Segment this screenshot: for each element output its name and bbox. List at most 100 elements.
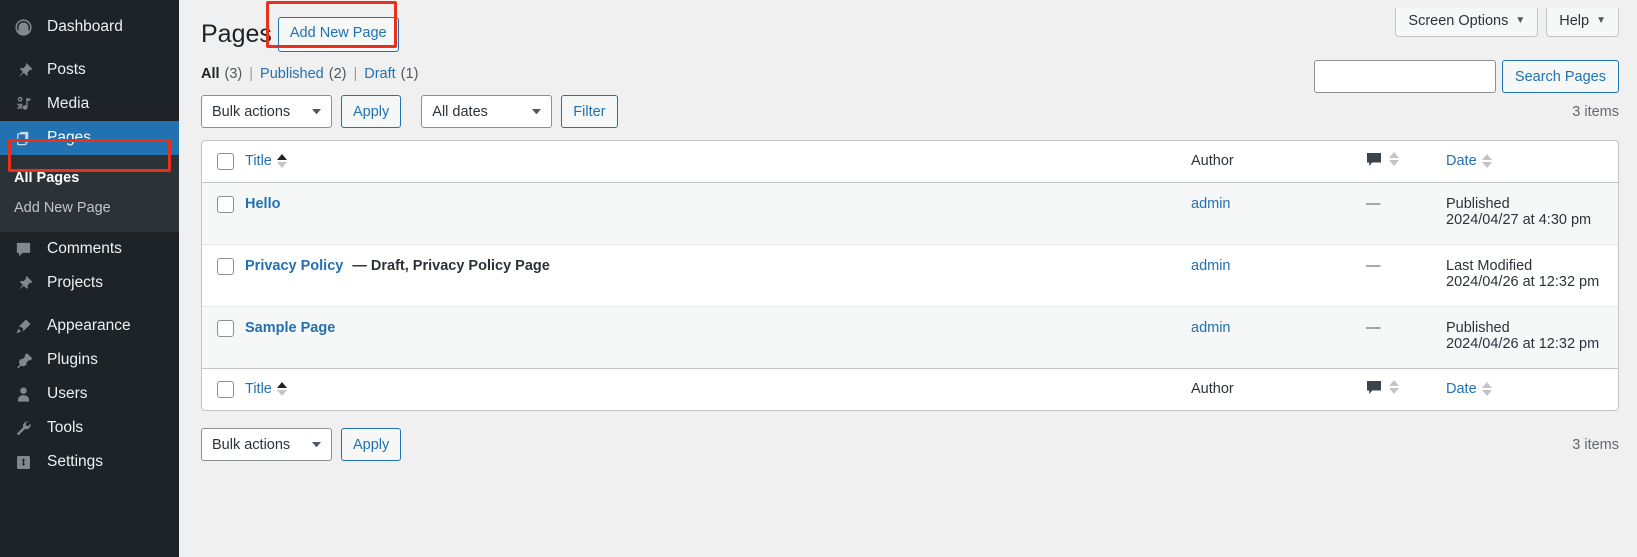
sidebar-item-appearance[interactable]: Appearance <box>0 309 179 343</box>
page-post-state: — Draft, Privacy Policy Page <box>352 257 550 274</box>
status-link-draft[interactable]: Draft <box>364 66 395 82</box>
displaying-num-bottom: 3 items <box>1572 436 1619 453</box>
sidebar-item-label: Pages <box>47 129 91 146</box>
select-all-footer <box>202 367 245 410</box>
sidebar-item-users[interactable]: Users <box>0 377 179 411</box>
select-all-checkbox-top[interactable] <box>217 152 234 170</box>
page-title: Pages <box>201 20 272 49</box>
date-value: 2024/04/26 at 12:32 pm <box>1446 335 1600 352</box>
row-date-cell: Published 2024/04/26 at 12:32 pm <box>1446 305 1618 368</box>
apply-button-bottom[interactable]: Apply <box>341 428 402 462</box>
sidebar-item-label: Dashboard <box>47 18 123 35</box>
sidebar-item-label: Posts <box>47 61 86 78</box>
pin-icon <box>14 60 38 80</box>
pages-list-table: Title Author Date Hello admin — Publishe… <box>201 139 1619 411</box>
sidebar-item-label: Tools <box>47 419 84 436</box>
sort-indicator-icon[interactable] <box>1389 380 1399 395</box>
search-pages-button[interactable]: Search Pages <box>1501 60 1619 93</box>
table-foot: Title Author Date <box>202 367 1618 410</box>
sort-by-date-link-bottom[interactable]: Date <box>1446 381 1492 397</box>
status-separator: | <box>249 65 254 82</box>
sidebar-item-dashboard[interactable]: Dashboard <box>0 10 179 44</box>
row-comments-cell: — <box>1366 182 1446 244</box>
sort-indicator-icon[interactable] <box>1389 152 1399 167</box>
sidebar-item-tools[interactable]: Tools <box>0 411 179 445</box>
sort-by-date-link-top[interactable]: Date <box>1446 153 1492 169</box>
date-filter-select[interactable]: All dates <box>421 95 553 129</box>
column-label-date: Date <box>1446 381 1477 398</box>
row-checkbox[interactable] <box>217 257 234 275</box>
sort-by-title-link-bottom[interactable]: Title <box>245 381 287 397</box>
row-date-cell: Last Modified 2024/04/26 at 12:32 pm <box>1446 243 1618 306</box>
sidebar-separator <box>0 300 179 309</box>
sidebar-item-plugins[interactable]: Plugins <box>0 343 179 377</box>
apply-button-top[interactable]: Apply <box>341 95 402 129</box>
row-select-cell <box>202 305 245 368</box>
row-checkbox[interactable] <box>217 195 234 213</box>
row-author-cell: admin <box>1191 243 1366 306</box>
comment-bubble-icon <box>1366 380 1382 395</box>
select-all-checkbox-bottom[interactable] <box>217 380 234 398</box>
sidebar-item-pages[interactable]: Pages <box>0 121 187 155</box>
page-title-link[interactable]: Privacy Policy <box>245 258 343 274</box>
submenu-item-all-pages[interactable]: All Pages <box>0 163 179 193</box>
column-footer-comments <box>1366 367 1446 410</box>
date-status: Published <box>1446 195 1510 212</box>
date-status: Last Modified <box>1446 257 1533 274</box>
table-row: Sample Page admin — Published 2024/04/26… <box>202 305 1618 368</box>
author-link[interactable]: admin <box>1191 258 1231 274</box>
page-title-link[interactable]: Hello <box>245 196 280 212</box>
column-header-comments <box>1366 141 1446 183</box>
row-date-cell: Published 2024/04/27 at 4:30 pm <box>1446 182 1618 244</box>
add-new-page-wrapper: Add New Page <box>265 1 399 52</box>
sidebar-item-projects[interactable]: Projects <box>0 266 179 300</box>
row-author-cell: admin <box>1191 182 1366 244</box>
comments-count: — <box>1366 195 1381 212</box>
status-link-all[interactable]: All <box>201 66 220 82</box>
comment-icon <box>14 239 38 259</box>
column-footer-author: Author <box>1191 367 1366 410</box>
table-head: Title Author Date <box>202 141 1618 183</box>
column-header-title: Title <box>245 141 1191 183</box>
column-header-date: Date <box>1446 141 1618 183</box>
tablenav-top: Bulk actions Apply All dates Filter 3 it… <box>201 95 1619 129</box>
page-title-link[interactable]: Sample Page <box>245 320 335 336</box>
column-label-date: Date <box>1446 153 1477 170</box>
status-count-all: (3) <box>224 65 243 82</box>
status-link-published[interactable]: Published <box>260 66 324 82</box>
table-row: Hello admin — Published 2024/04/27 at 4:… <box>202 182 1618 244</box>
submenu-item-add-new-page[interactable]: Add New Page <box>0 193 179 223</box>
author-link[interactable]: admin <box>1191 320 1231 336</box>
sidebar-item-settings[interactable]: Settings <box>0 445 179 479</box>
status-separator: | <box>353 65 358 82</box>
screen-options-button[interactable]: Screen Options ▼ <box>1395 8 1539 37</box>
date-value: 2024/04/27 at 4:30 pm <box>1446 211 1592 228</box>
table-footer-row: Title Author Date <box>202 367 1618 410</box>
displaying-num-top: 3 items <box>1572 103 1619 120</box>
pages-icon <box>14 128 38 148</box>
column-label-title: Title <box>245 381 272 398</box>
media-icon <box>14 94 38 114</box>
sidebar-item-comments[interactable]: Comments <box>0 232 179 266</box>
bulk-actions-select-wrapper-bottom: Bulk actions <box>201 428 332 462</box>
column-header-author: Author <box>1191 141 1366 183</box>
row-title-cell: Sample Page <box>245 305 1191 368</box>
filter-button[interactable]: Filter <box>561 95 618 129</box>
column-label-author: Author <box>1191 381 1234 398</box>
bulk-actions-select-bottom[interactable]: Bulk actions <box>201 428 332 462</box>
sidebar-separator <box>0 44 179 53</box>
sidebar-item-media[interactable]: Media <box>0 87 179 121</box>
search-input[interactable] <box>1313 60 1496 93</box>
sort-by-title-link-top[interactable]: Title <box>245 153 287 169</box>
date-value: 2024/04/26 at 12:32 pm <box>1446 273 1600 290</box>
column-label-author: Author <box>1191 153 1234 170</box>
plug-icon <box>14 350 38 370</box>
author-link[interactable]: admin <box>1191 196 1231 212</box>
bulk-actions-select-top[interactable]: Bulk actions <box>201 95 332 129</box>
sidebar-item-posts[interactable]: Posts <box>0 53 179 87</box>
add-new-page-button[interactable]: Add New Page <box>277 17 399 52</box>
screen-options-label: Screen Options <box>1408 13 1509 29</box>
help-button[interactable]: Help ▼ <box>1546 8 1619 37</box>
row-checkbox[interactable] <box>217 319 234 337</box>
search-pages-form: Search Pages <box>1313 60 1619 93</box>
